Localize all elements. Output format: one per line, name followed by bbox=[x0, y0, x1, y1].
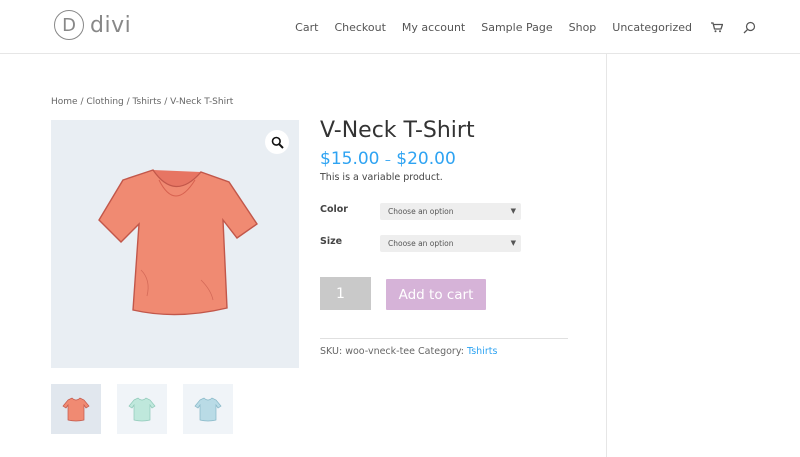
breadcrumb[interactable]: Home / Clothing / Tshirts / V-Neck T-Shi… bbox=[51, 97, 233, 107]
price-low: $15.00 bbox=[320, 149, 380, 169]
product-price: $15.00 – $20.00 bbox=[320, 149, 456, 169]
chevron-down-icon: ▼ bbox=[510, 239, 516, 247]
thumbnail-blue-shirt[interactable] bbox=[183, 384, 233, 434]
color-label: Color bbox=[320, 204, 348, 215]
site-logo[interactable]: D divi bbox=[54, 10, 131, 40]
price-high: $20.00 bbox=[396, 149, 456, 169]
meta-divider bbox=[320, 338, 568, 339]
color-select-value: Choose an option bbox=[388, 207, 454, 216]
main-nav: Cart Checkout My account Sample Page Sho… bbox=[279, 20, 756, 34]
quantity-input[interactable]: 1 bbox=[320, 277, 371, 310]
cart-icon[interactable] bbox=[710, 20, 724, 34]
price-separator: – bbox=[384, 153, 391, 167]
thumbnail-green-shirt[interactable] bbox=[117, 384, 167, 434]
sku-label: SKU: bbox=[320, 346, 343, 357]
logo-text: divi bbox=[90, 12, 132, 38]
color-select[interactable]: Choose an option ▼ bbox=[380, 203, 521, 220]
size-select[interactable]: Choose an option ▼ bbox=[380, 235, 521, 252]
nav-cart[interactable]: Cart bbox=[295, 21, 318, 34]
site-header: D divi Cart Checkout My account Sample P… bbox=[0, 0, 800, 54]
sku-value: woo-vneck-tee bbox=[345, 346, 416, 357]
product-meta: SKU: woo-vneck-tee Category: Tshirts bbox=[320, 346, 497, 357]
nav-uncategorized[interactable]: Uncategorized bbox=[612, 21, 692, 34]
category-label: Category: bbox=[418, 346, 464, 357]
chevron-down-icon: ▼ bbox=[510, 207, 516, 215]
logo-mark: D bbox=[54, 10, 84, 40]
zoom-icon[interactable] bbox=[265, 130, 289, 154]
sidebar-divider bbox=[606, 54, 607, 457]
product-title: V-Neck T-Shirt bbox=[320, 118, 475, 143]
tshirt-thumb-blue bbox=[194, 397, 222, 422]
product-short-description: This is a variable product. bbox=[320, 172, 443, 183]
add-to-cart-button[interactable]: Add to cart bbox=[386, 279, 486, 310]
size-select-value: Choose an option bbox=[388, 239, 454, 248]
tshirt-image-red bbox=[98, 169, 258, 316]
product-main-image[interactable] bbox=[51, 120, 299, 368]
tshirt-thumb-red bbox=[62, 397, 90, 422]
tshirt-thumb-green bbox=[128, 397, 156, 422]
nav-shop[interactable]: Shop bbox=[569, 21, 597, 34]
nav-my-account[interactable]: My account bbox=[402, 21, 465, 34]
thumbnail-red-shirt[interactable] bbox=[51, 384, 101, 434]
search-icon[interactable] bbox=[742, 20, 756, 34]
size-label: Size bbox=[320, 236, 343, 247]
product-thumbnails bbox=[51, 384, 233, 434]
nav-checkout[interactable]: Checkout bbox=[334, 21, 385, 34]
category-link[interactable]: Tshirts bbox=[467, 346, 497, 357]
nav-sample-page[interactable]: Sample Page bbox=[481, 21, 552, 34]
